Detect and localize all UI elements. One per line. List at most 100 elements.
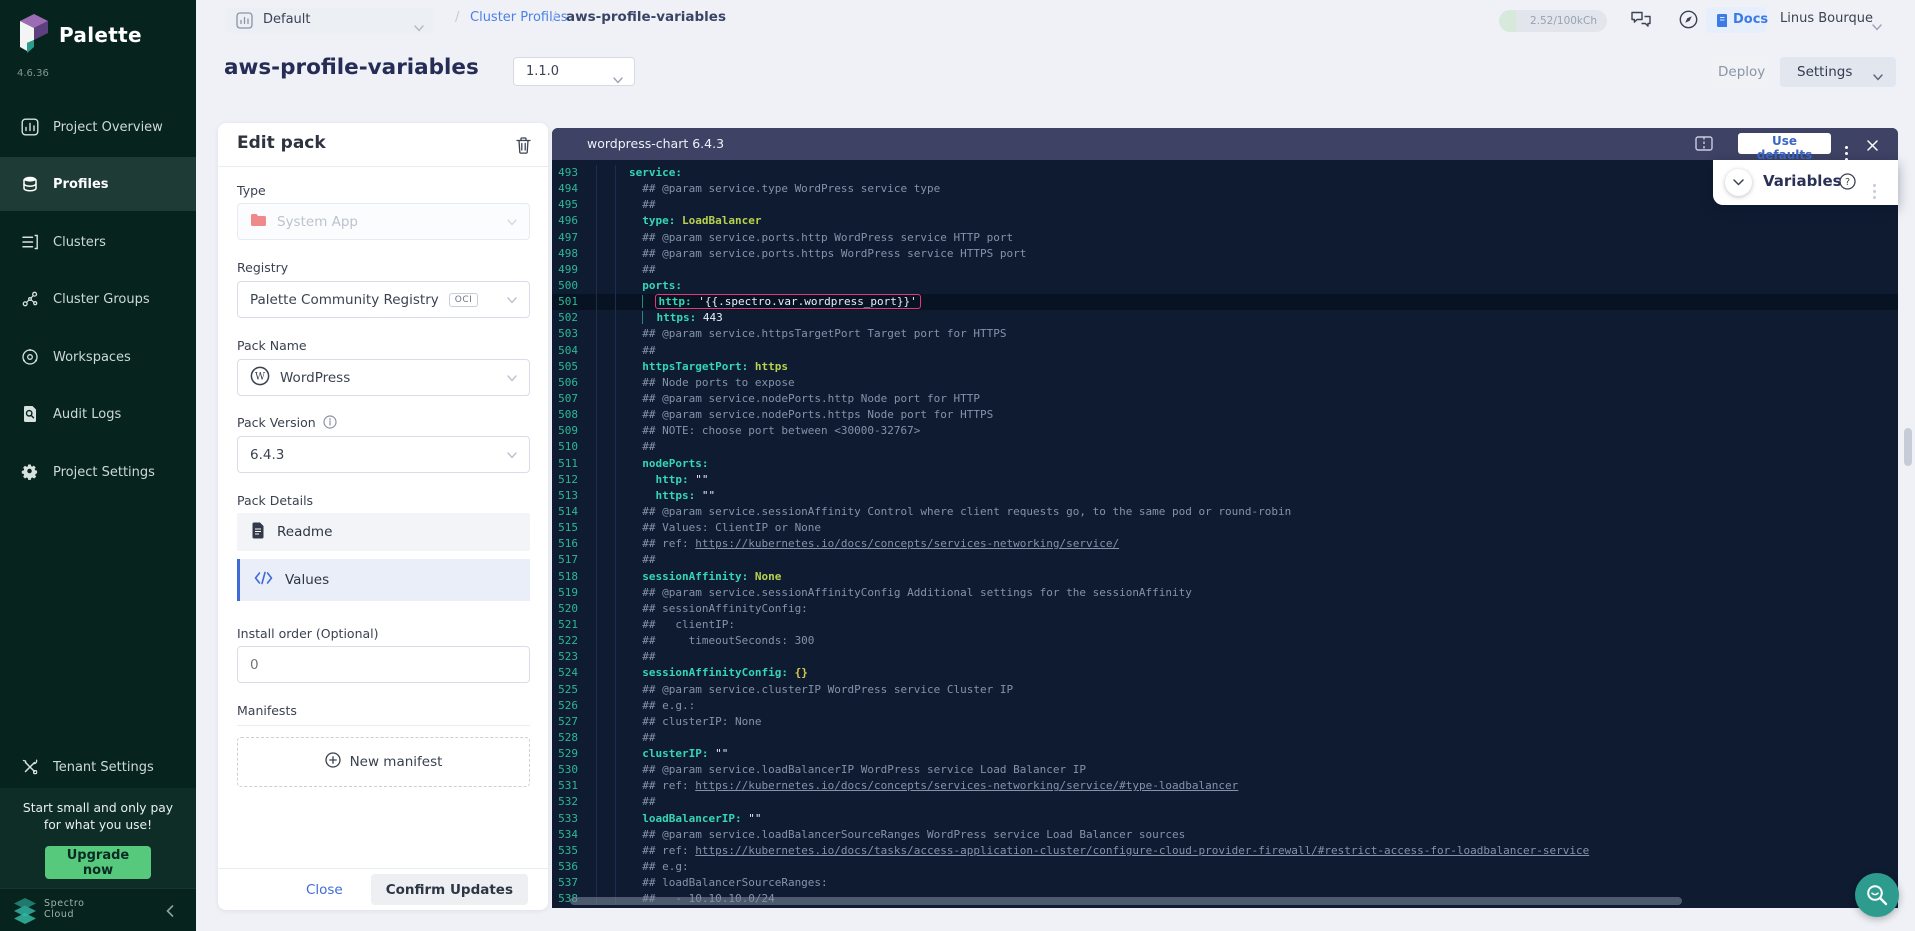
code-line[interactable]: 515 ## Values: ClientIP or None: [552, 520, 1898, 536]
line-number[interactable]: 510: [552, 439, 578, 455]
code-line[interactable]: 496 type: LoadBalancer: [552, 213, 1898, 229]
code-line[interactable]: 523 ##: [552, 649, 1898, 665]
code-line[interactable]: 510 ##: [552, 439, 1898, 455]
line-number[interactable]: 503: [552, 326, 578, 342]
line-number[interactable]: 498: [552, 246, 578, 262]
line-number[interactable]: 530: [552, 762, 578, 778]
line-number[interactable]: 513: [552, 488, 578, 504]
code-line[interactable]: 521 ## clientIP:: [552, 617, 1898, 633]
line-number[interactable]: 526: [552, 698, 578, 714]
code-line[interactable]: 502 https: 443: [552, 310, 1898, 326]
close-editor-icon[interactable]: [1866, 137, 1879, 156]
code-line[interactable]: 532 ##: [552, 794, 1898, 810]
code-line[interactable]: 511 nodePorts:: [552, 456, 1898, 472]
code-line[interactable]: 514 ## @param service.sessionAffinity Co…: [552, 504, 1898, 520]
info-icon[interactable]: [323, 414, 337, 433]
code-line[interactable]: 537 ## loadBalancerSourceRanges:: [552, 875, 1898, 891]
code-line[interactable]: 525 ## @param service.clusterIP WordPres…: [552, 682, 1898, 698]
variable-highlight-box[interactable]: http: '{{.spectro.var.wordpress_port}}': [655, 294, 921, 309]
code-line[interactable]: 507 ## @param service.nodePorts.http Nod…: [552, 391, 1898, 407]
install-order-input[interactable]: [237, 646, 530, 683]
delete-pack-trash-icon[interactable]: [515, 136, 532, 159]
new-manifest-button[interactable]: New manifest: [237, 737, 530, 787]
line-number[interactable]: 532: [552, 794, 578, 810]
code-line[interactable]: 509 ## NOTE: choose port between <30000-…: [552, 423, 1898, 439]
code-line[interactable]: 493service:: [552, 165, 1898, 181]
line-number[interactable]: 516: [552, 536, 578, 552]
upgrade-now-button[interactable]: Upgrade now: [45, 846, 151, 879]
line-number[interactable]: 528: [552, 730, 578, 746]
code-line[interactable]: 508 ## @param service.nodePorts.https No…: [552, 407, 1898, 423]
line-number[interactable]: 535: [552, 843, 578, 859]
sidebar-item-profiles[interactable]: Profiles: [0, 157, 196, 211]
line-number[interactable]: 536: [552, 859, 578, 875]
pack-name-select[interactable]: W WordPress: [237, 359, 530, 396]
use-defaults-button[interactable]: Use defaults: [1738, 133, 1831, 154]
line-number[interactable]: 501: [552, 294, 578, 310]
code-line[interactable]: 495 ##: [552, 197, 1898, 213]
line-number[interactable]: 518: [552, 569, 578, 585]
line-number[interactable]: 529: [552, 746, 578, 762]
line-number[interactable]: 511: [552, 456, 578, 472]
collapse-sidebar-icon[interactable]: [166, 902, 174, 921]
line-number[interactable]: 505: [552, 359, 578, 375]
variables-collapse-chevron-icon[interactable]: [1725, 169, 1752, 196]
code-line[interactable]: 519 ## @param service.sessionAffinityCon…: [552, 585, 1898, 601]
code-line[interactable]: 498 ## @param service.ports.https WordPr…: [552, 246, 1898, 262]
line-number[interactable]: 537: [552, 875, 578, 891]
horizontal-scrollbar[interactable]: [570, 897, 1682, 905]
code-line[interactable]: 497 ## @param service.ports.http WordPre…: [552, 230, 1898, 246]
code-line[interactable]: 533 loadBalancerIP: "": [552, 811, 1898, 827]
chevron-down-icon[interactable]: [1872, 16, 1882, 35]
pack-version-select[interactable]: 6.4.3: [237, 436, 530, 473]
line-number[interactable]: 494: [552, 181, 578, 197]
line-number[interactable]: 493: [552, 165, 578, 181]
code-line[interactable]: 528 ##: [552, 730, 1898, 746]
code-line[interactable]: 529 clusterIP: "": [552, 746, 1898, 762]
project-selector[interactable]: Default: [226, 8, 434, 33]
chat-icon[interactable]: [1630, 10, 1653, 35]
code-line[interactable]: 531 ## ref: https://kubernetes.io/docs/c…: [552, 778, 1898, 794]
line-number[interactable]: 524: [552, 665, 578, 681]
sidebar-item-audit-logs[interactable]: Audit Logs: [0, 387, 196, 441]
code-line[interactable]: 535 ## ref: https://kubernetes.io/docs/t…: [552, 843, 1898, 859]
line-number[interactable]: 509: [552, 423, 578, 439]
kebab-menu-icon[interactable]: [1873, 172, 1876, 191]
deploy-button[interactable]: Deploy: [1712, 57, 1769, 87]
sidebar-item-cluster-groups[interactable]: Cluster Groups: [0, 272, 196, 326]
readme-tab[interactable]: Readme: [237, 513, 530, 551]
code-line[interactable]: 536 ## e.g:: [552, 859, 1898, 875]
help-icon[interactable]: ?: [1839, 173, 1856, 194]
code-line[interactable]: 522 ## timeoutSeconds: 300: [552, 633, 1898, 649]
code-line[interactable]: 505 httpsTargetPort: https: [552, 359, 1898, 375]
line-number[interactable]: 531: [552, 778, 578, 794]
line-number[interactable]: 533: [552, 811, 578, 827]
sidebar-item-project-overview[interactable]: Project Overview: [0, 100, 196, 154]
profile-version-select[interactable]: 1.1.0: [513, 57, 635, 86]
line-number[interactable]: 517: [552, 552, 578, 568]
code-line[interactable]: 500 ports:: [552, 278, 1898, 294]
code-line[interactable]: 516 ## ref: https://kubernetes.io/docs/c…: [552, 536, 1898, 552]
line-number[interactable]: 497: [552, 230, 578, 246]
code-line[interactable]: 517 ##: [552, 552, 1898, 568]
code-line[interactable]: 518 sessionAffinity: None: [552, 569, 1898, 585]
docs-button[interactable]: Docs: [1706, 7, 1766, 33]
code-line[interactable]: 512 http: "": [552, 472, 1898, 488]
close-button[interactable]: Close: [300, 881, 349, 899]
split-view-icon[interactable]: [1695, 136, 1713, 155]
sidebar-item-tenant-settings[interactable]: Tenant Settings: [0, 740, 196, 794]
registry-select[interactable]: Palette Community Registry OCI: [237, 281, 530, 318]
code-line[interactable]: 506 ## Node ports to expose: [552, 375, 1898, 391]
code-line[interactable]: 504 ##: [552, 343, 1898, 359]
page-scrollbar[interactable]: [1904, 428, 1912, 466]
search-help-fab[interactable]: [1855, 873, 1899, 917]
code-line[interactable]: 503 ## @param service.httpsTargetPort Ta…: [552, 326, 1898, 342]
line-number[interactable]: 521: [552, 617, 578, 633]
line-number[interactable]: 502: [552, 310, 578, 326]
line-number[interactable]: 514: [552, 504, 578, 520]
line-number[interactable]: 534: [552, 827, 578, 843]
code-line[interactable]: 501 http: '{{.spectro.var.wordpress_port…: [552, 294, 1898, 310]
user-menu[interactable]: Linus Bourque: [1780, 11, 1873, 26]
line-number[interactable]: 500: [552, 278, 578, 294]
line-number[interactable]: 525: [552, 682, 578, 698]
